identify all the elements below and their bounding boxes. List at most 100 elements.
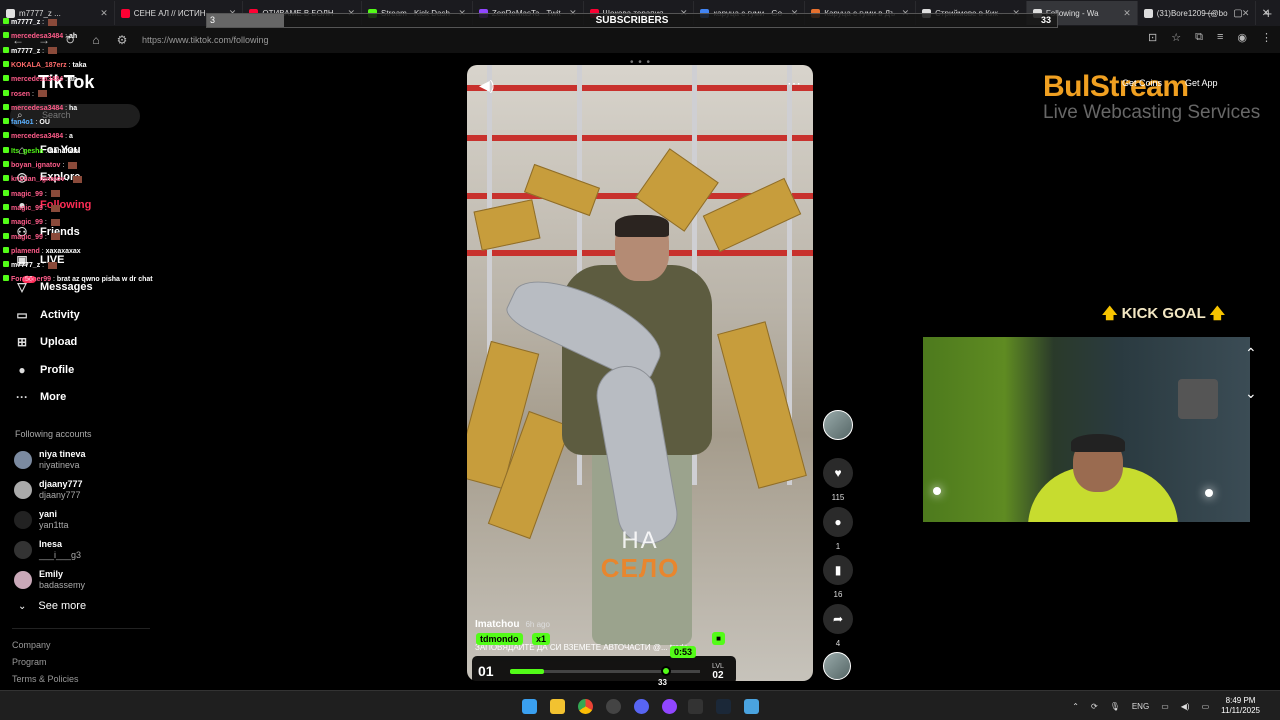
cardboard-box	[473, 199, 541, 251]
chat-badge-icon	[3, 261, 9, 268]
chat-emote-icon	[50, 190, 60, 198]
chat-emote-icon	[68, 161, 78, 169]
avatar	[14, 450, 32, 469]
see-more-button[interactable]: ⌄ See more	[18, 600, 86, 612]
clock[interactable]: 8:49 PM 11/11/2025	[1221, 696, 1260, 716]
bulstream-tagline: Live Webcasting Services	[1043, 102, 1261, 123]
account-text: yani yan1tta	[39, 508, 69, 531]
streamer-cap	[1071, 434, 1125, 452]
bookmark-icon[interactable]: ▮	[823, 555, 853, 585]
scroll-up-icon[interactable]: ⌃	[1245, 345, 1257, 362]
windows-start-icon[interactable]	[522, 699, 537, 714]
speaker-icon[interactable]: ◀)	[1181, 702, 1190, 711]
footer-link-company[interactable]: Company	[12, 640, 51, 650]
avatar[interactable]	[823, 410, 853, 440]
battery-icon[interactable]: ▭	[1202, 702, 1210, 711]
music-avatar[interactable]	[823, 652, 853, 680]
heart-icon[interactable]: ♥	[823, 458, 853, 488]
tab-favicon-icon	[6, 8, 15, 18]
chat-message: rosen :	[3, 89, 47, 99]
share-icon[interactable]: ➦	[823, 604, 853, 634]
video-player[interactable]: НА СЕЛО ◀) ⋯ Imatchou 6h ago ЗАПОВЯДАЙТЕ …	[467, 65, 813, 681]
shelf-beam	[467, 85, 813, 91]
minimize-icon[interactable]: —	[1196, 8, 1224, 19]
more-options-icon[interactable]: ⋯	[787, 75, 801, 92]
site-info-icon[interactable]: ⚙	[114, 33, 130, 47]
comment-icon[interactable]: ●	[823, 507, 853, 537]
tab-close-icon[interactable]: ✕	[94, 8, 108, 19]
get-app-button[interactable]: Get App	[1185, 78, 1218, 88]
close-window-icon[interactable]: ✕	[1252, 8, 1280, 19]
scroll-down-icon[interactable]: ⌄	[1245, 385, 1257, 402]
following-account[interactable]: yani yan1tta	[14, 508, 69, 531]
like-action[interactable]: ♥ 115	[823, 458, 853, 502]
sidebar-item-profile[interactable]: ● Profile	[14, 362, 74, 378]
following-account[interactable]: Inesa ___i___g3	[14, 538, 81, 561]
chat-badge-icon	[3, 103, 9, 110]
comment-action[interactable]: ● 1	[823, 507, 853, 551]
chat-emote-icon	[50, 218, 60, 226]
video-author[interactable]: Imatchou 6h ago	[475, 619, 550, 630]
volume-icon[interactable]: ◀)	[479, 77, 494, 94]
chat-message: fan4o1 : OU	[3, 118, 50, 127]
chat-separator: :	[64, 176, 71, 184]
video-caption-bottom: СЕЛО	[600, 553, 680, 583]
chrome-icon[interactable]	[578, 699, 593, 714]
author-name[interactable]: Imatchou	[475, 619, 519, 630]
account-name: Emily	[39, 569, 64, 579]
kick-goal-label: 🡅 KICK GOAL 🡅	[1102, 303, 1225, 328]
sidebar-item-label: Upload	[40, 336, 78, 348]
microphone-icon[interactable]: 🎙	[1110, 702, 1120, 711]
menu-icon[interactable]: ⋮	[1261, 31, 1272, 44]
footer-link-program[interactable]: Program	[12, 657, 47, 667]
sidebar-item-label: Profile	[40, 364, 75, 376]
sidebar-item-upload[interactable]: ⊞ Upload	[14, 334, 77, 350]
chat-text: ah	[69, 76, 78, 84]
creator-avatar[interactable]	[823, 410, 853, 440]
url-field[interactable]: https://www.tiktok.com/following	[142, 35, 269, 45]
discord-icon[interactable]	[634, 699, 649, 714]
arrow-up-icon: 🡅	[1205, 305, 1226, 322]
media-icon[interactable]: ≡	[1217, 31, 1223, 44]
sidebar-item-activity[interactable]: ▭ Activity	[14, 307, 79, 323]
app-icon[interactable]	[606, 699, 621, 714]
maximize-icon[interactable]: ▢	[1224, 8, 1252, 19]
tab-favicon-icon	[120, 8, 130, 18]
account-username: badassemy	[39, 580, 86, 590]
save-action[interactable]: ▮ 16	[823, 555, 853, 599]
profile-icon[interactable]: ◉	[1237, 31, 1247, 44]
language-indicator[interactable]: ENG	[1132, 702, 1149, 711]
chat-message: m7777_z :	[3, 18, 58, 27]
home-page-icon[interactable]: ⌂	[88, 33, 104, 47]
avatar	[14, 480, 32, 499]
following-account[interactable]: djaany777 djaany777	[14, 478, 83, 501]
terminal-icon[interactable]	[688, 699, 703, 714]
share-action[interactable]: ➦ 4	[823, 604, 853, 648]
chevron-down-icon: ⌄	[18, 601, 27, 612]
get-coins-button[interactable]: Get Coins	[1122, 78, 1162, 88]
network-icon[interactable]: ▭	[1161, 702, 1169, 711]
level-knob	[661, 666, 671, 676]
obs-icon[interactable]	[662, 699, 677, 714]
footer-link-terms[interactable]: Terms & Policies	[12, 674, 79, 684]
chat-username: boyan_ignatov	[11, 162, 61, 169]
cardboard-box	[717, 321, 807, 489]
file-explorer-icon[interactable]	[550, 699, 565, 714]
install-icon[interactable]: ⊡	[1148, 31, 1157, 44]
sidebar-item-more[interactable]: ··· More	[14, 389, 66, 405]
following-account[interactable]: Emily badassemy	[14, 568, 85, 591]
webcam-feed	[923, 337, 1250, 522]
sync-icon[interactable]: ⟳	[1091, 702, 1098, 711]
steam-icon[interactable]	[716, 699, 731, 714]
following-account[interactable]: niya tineva niyatineva	[14, 448, 86, 471]
chat-badge-icon	[3, 232, 9, 239]
chevron-up-icon[interactable]: ⌃	[1072, 702, 1079, 711]
tab-close-icon[interactable]: ✕	[1117, 8, 1131, 19]
extensions-icon[interactable]: ⧉	[1195, 31, 1203, 44]
notepad-icon[interactable]	[744, 699, 759, 714]
bookmark-star-icon[interactable]: ☆	[1171, 31, 1181, 44]
comment-count: 1	[835, 542, 841, 551]
avatar	[14, 510, 32, 529]
chat-emote-icon	[48, 47, 58, 55]
avatar[interactable]	[823, 652, 851, 680]
